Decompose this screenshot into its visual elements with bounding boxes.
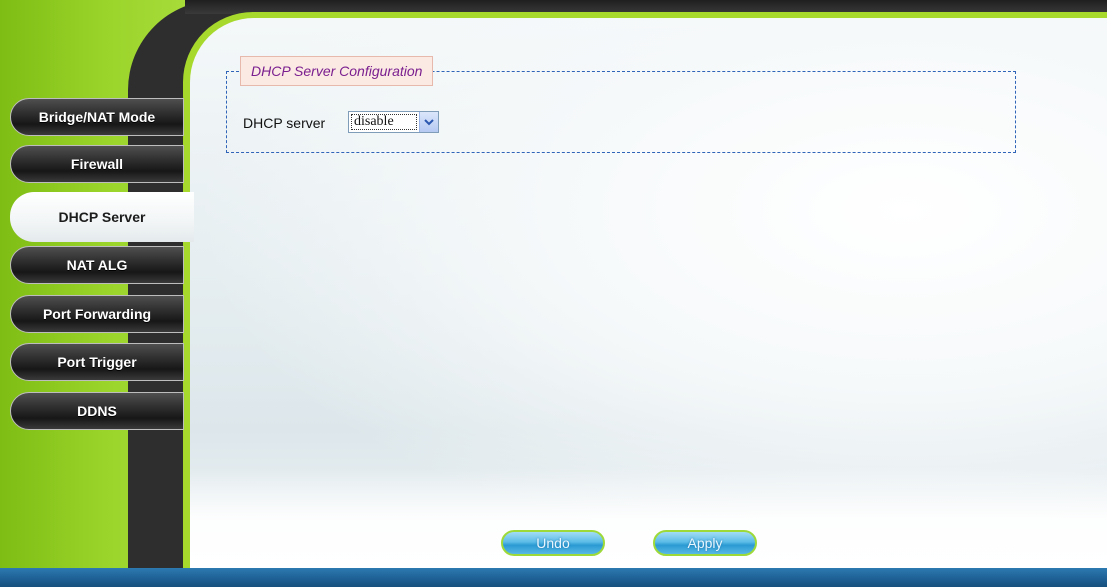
sidebar-item-ddns[interactable]: DDNS — [10, 392, 184, 430]
dhcp-server-select[interactable]: disable — [348, 111, 439, 133]
sidebar-item-label: DHCP Server — [58, 209, 146, 225]
dhcp-server-label: DHCP server — [243, 115, 326, 131]
sidebar-item-label: Firewall — [70, 156, 124, 172]
dhcp-server-selected-value: disable — [351, 114, 417, 130]
apply-button[interactable]: Apply — [653, 530, 757, 556]
sidebar-item-label: Bridge/NAT Mode — [38, 109, 156, 125]
sidebar-item-label: Port Forwarding — [42, 306, 152, 322]
sidebar-item-bridge-nat-mode[interactable]: Bridge/NAT Mode — [10, 98, 184, 136]
sidebar-item-firewall[interactable]: Firewall — [10, 145, 184, 183]
sidebar-item-nat-alg[interactable]: NAT ALG — [10, 246, 184, 284]
sidebar-item-dhcp-server[interactable]: DHCP Server — [10, 192, 194, 242]
sidebar-item-label: DDNS — [77, 403, 117, 419]
sidebar-item-port-trigger[interactable]: Port Trigger — [10, 343, 184, 381]
sidebar-item-label: Port Trigger — [57, 354, 137, 370]
sidebar-item-port-forwarding[interactable]: Port Forwarding — [10, 295, 184, 333]
content-wave — [190, 468, 1107, 568]
chevron-down-icon[interactable] — [419, 112, 438, 132]
bottom-bar — [0, 568, 1107, 587]
sidebar-item-label: NAT ALG — [66, 257, 128, 273]
undo-button[interactable]: Undo — [501, 530, 605, 556]
section-title: DHCP Server Configuration — [240, 56, 434, 86]
